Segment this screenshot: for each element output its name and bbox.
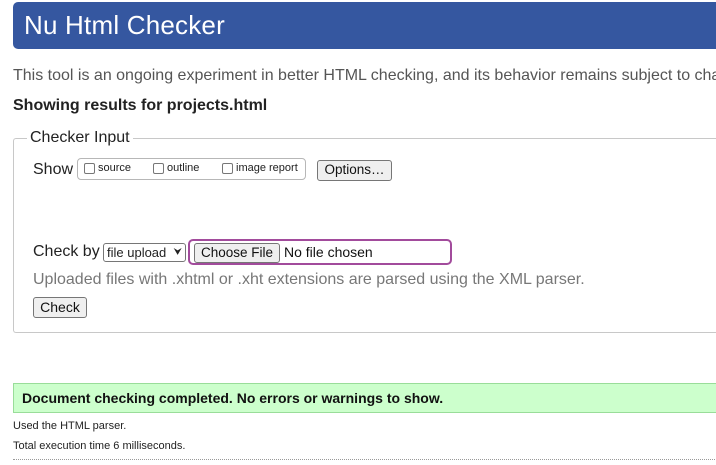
xml-parser-hint: Uploaded files with .xhtml or .xht exten…	[33, 271, 585, 288]
source-checkbox-option[interactable]: source	[84, 162, 131, 174]
image-report-checkbox-option[interactable]: image report	[222, 162, 298, 174]
dotted-divider	[13, 459, 716, 460]
intro-text: This tool is an ongoing experiment in be…	[13, 67, 716, 84]
execution-time: Total execution time 6 milliseconds.	[13, 440, 186, 452]
image-report-checkbox-label: image report	[236, 162, 298, 174]
success-banner: Document checking completed. No errors o…	[13, 383, 716, 413]
checker-input-legend: Checker Input	[30, 129, 130, 146]
page-title: Nu Html Checker	[24, 10, 225, 40]
parser-note: Used the HTML parser.	[13, 420, 127, 432]
showing-results-heading: Showing results for projects.html	[13, 97, 268, 114]
image-report-checkbox[interactable]	[222, 162, 233, 174]
show-options-group: source outline image report	[77, 158, 306, 180]
source-checkbox-label: source	[98, 162, 132, 174]
choose-file-button[interactable]: Choose File	[194, 243, 280, 263]
page-header: Nu Html Checker	[13, 2, 716, 49]
source-checkbox[interactable]	[84, 162, 95, 174]
page: Nu Html Checker This tool is an ongoing …	[0, 0, 716, 465]
check-by-selected-value: file upload	[107, 245, 167, 260]
chevron-down-icon: ⮟	[173, 247, 183, 258]
success-message: Document checking completed. No errors o…	[22, 390, 444, 406]
check-by-label: Check by	[33, 243, 100, 260]
check-button[interactable]: Check	[33, 297, 87, 318]
file-upload-input[interactable]: Choose File No file chosen	[188, 239, 452, 265]
options-button[interactable]: Options…	[317, 160, 392, 181]
check-by-select[interactable]: file upload ⮟	[103, 243, 186, 262]
outline-checkbox-option[interactable]: outline	[153, 162, 199, 174]
outline-checkbox-label: outline	[167, 162, 200, 174]
no-file-chosen-text: No file chosen	[284, 244, 373, 260]
show-label: Show	[33, 161, 74, 178]
outline-checkbox[interactable]	[153, 162, 164, 174]
